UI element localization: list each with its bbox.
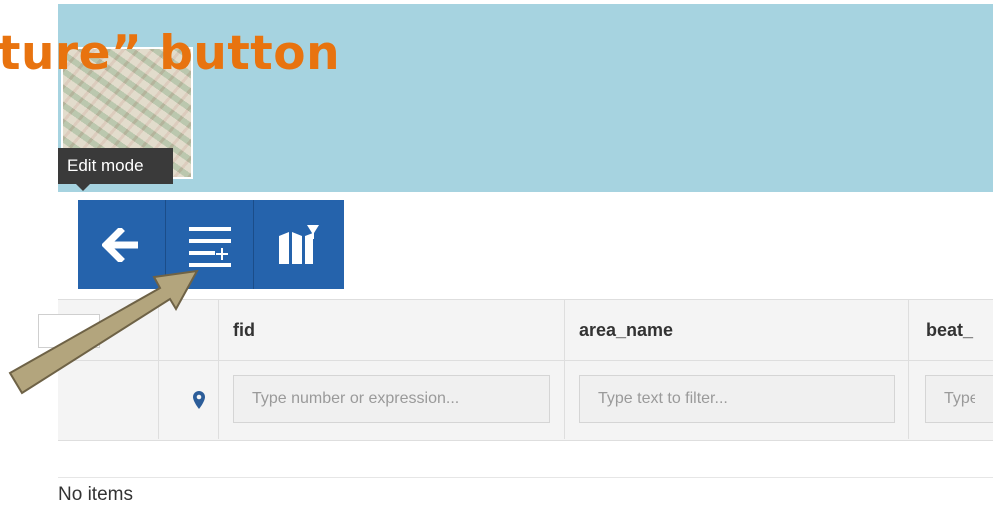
map-filter-icon xyxy=(279,224,319,264)
overlay-title: ture” button xyxy=(0,26,341,81)
zoom-to-features-button[interactable] xyxy=(254,200,344,289)
fid-filter-input[interactable] xyxy=(233,375,550,423)
column-divider xyxy=(564,300,565,360)
column-divider xyxy=(908,300,909,360)
column-header-fid[interactable]: fid xyxy=(233,300,255,360)
column-divider xyxy=(218,361,219,439)
column-divider xyxy=(218,300,219,360)
area-name-filter-input[interactable] xyxy=(579,375,895,423)
empty-state-text: No items xyxy=(58,484,133,505)
tooltip-arrow xyxy=(76,184,90,191)
column-divider xyxy=(908,361,909,439)
edit-mode-tooltip: Edit mode xyxy=(58,148,173,184)
footer-divider xyxy=(58,477,993,478)
column-header-beat[interactable]: beat_ xyxy=(926,300,973,360)
column-divider xyxy=(564,361,565,439)
beat-filter-input[interactable] xyxy=(925,375,993,423)
column-header-area-name[interactable]: area_name xyxy=(579,300,673,360)
pointer-arrow-annotation xyxy=(8,269,199,395)
